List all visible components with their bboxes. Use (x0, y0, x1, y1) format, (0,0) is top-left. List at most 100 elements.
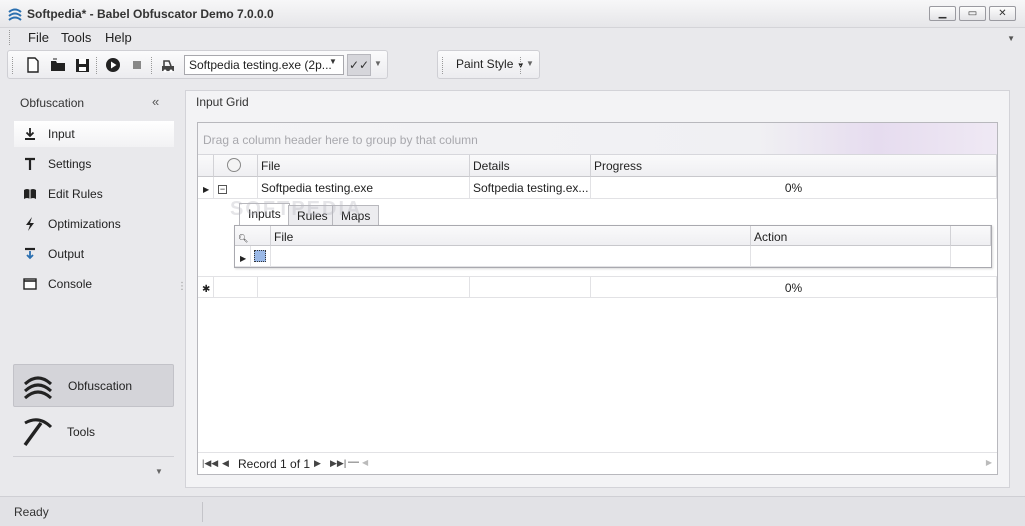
nav-options-icon[interactable]: ▼ (155, 467, 163, 476)
nav-item-label: Edit Rules (48, 187, 103, 201)
cell-details[interactable]: Softpedia testing.ex... (470, 177, 591, 199)
row-indicator[interactable]: ▶ (198, 177, 214, 199)
target-build-icon[interactable] (160, 57, 176, 73)
app-logo-icon (7, 6, 23, 22)
open-folder-icon[interactable] (50, 57, 66, 73)
panel-title: Input Grid (196, 95, 249, 109)
horizontal-scrollbar[interactable]: ◀ ▶ (362, 458, 992, 469)
nav-item-label: Input (48, 127, 75, 141)
new-file-icon[interactable] (25, 57, 41, 73)
new-row-expand-cell[interactable] (214, 276, 258, 298)
nav-divider (13, 456, 174, 457)
prev-record-icon[interactable]: ◀ (222, 458, 229, 469)
nav-item-output[interactable]: Output (14, 241, 174, 267)
checkbox-icon[interactable] (254, 250, 266, 262)
detail-column-file[interactable]: File (271, 226, 751, 246)
nav-item-label: Output (48, 247, 85, 261)
restore-button[interactable]: ▭ (959, 6, 986, 21)
status-divider (202, 502, 203, 522)
paint-style-button[interactable]: Paint Style ▼ (456, 57, 525, 71)
nav-group-label: Tools (67, 424, 96, 439)
nav-item-console[interactable]: Console (14, 271, 174, 297)
verify-button[interactable]: ✓✓ (347, 54, 371, 76)
nav-group-obfuscation[interactable]: Obfuscation (13, 364, 174, 407)
next-record-icon[interactable]: ▶ (314, 458, 321, 469)
toolbar-overflow-icon[interactable]: ▼ (526, 59, 534, 68)
toolbar-separator (520, 57, 522, 74)
status-bar: Ready (0, 496, 1025, 526)
search-icon: 🔍︎ (238, 234, 249, 243)
main-toolbar: Softpedia testing.exe (2p... ▼ ✓✓ ▼ (7, 50, 388, 79)
toolbar-separator (151, 57, 153, 74)
window-title: Softpedia* - Babel Obfuscator Demo 7.0.0… (27, 7, 274, 21)
new-row-details-cell[interactable] (470, 276, 591, 298)
detail-cell-action[interactable] (751, 246, 951, 267)
style-toolbar: Paint Style ▼ ▼ (437, 50, 540, 79)
nav-item-edit-rules[interactable]: Edit Rules (14, 181, 174, 207)
minimize-button[interactable]: ▁ (929, 6, 956, 21)
target-combo[interactable]: Softpedia testing.exe (2p... (184, 55, 344, 75)
save-icon[interactable] (74, 57, 90, 73)
nav-group-label: Obfuscation (68, 378, 133, 393)
menu-tools[interactable]: Tools (61, 30, 91, 45)
title-bar: Softpedia* - Babel Obfuscator Demo 7.0.0… (0, 0, 1025, 28)
toolbar-overflow-icon[interactable]: ▼ (374, 59, 382, 68)
console-icon (22, 276, 38, 292)
expand-cell[interactable]: − (214, 177, 258, 199)
lightning-icon (22, 216, 38, 232)
menu-customize-icon[interactable]: ▼ (1007, 34, 1015, 43)
first-record-icon[interactable]: |◀◀ (202, 458, 218, 469)
cell-file[interactable]: Softpedia testing.exe (258, 177, 470, 199)
paint-style-label: Paint Style (456, 57, 514, 71)
chevron-down-icon[interactable]: ▼ (329, 57, 337, 66)
status-circle-icon (227, 158, 241, 172)
menu-bar: File Tools Help (6, 28, 1019, 48)
detail-search-header[interactable]: 🔍︎ (235, 226, 271, 246)
book-icon (22, 186, 38, 202)
input-grid: Drag a column header here to group by th… (197, 122, 998, 475)
detail-column-action[interactable]: Action (751, 226, 951, 246)
record-counter: Record 1 of 1 (238, 457, 311, 471)
row-indicator-header (198, 155, 214, 177)
new-row-progress-cell[interactable]: 0% (591, 276, 997, 298)
column-header-progress[interactable]: Progress (591, 155, 997, 177)
menu-help[interactable]: Help (105, 30, 132, 45)
collapse-icon[interactable]: « (152, 94, 159, 109)
toolbar-grip[interactable] (12, 57, 14, 74)
last-record-icon[interactable]: ▶▶| (330, 458, 346, 469)
menu-file[interactable]: File (28, 30, 49, 45)
minimize-icon: ▁ (938, 7, 947, 19)
run-icon[interactable] (105, 57, 121, 73)
scroll-left-icon[interactable]: ◀ (362, 458, 368, 467)
input-grid-panel: Input Grid Drag a column header here to … (185, 90, 1010, 488)
nav-item-settings[interactable]: Settings (14, 151, 174, 177)
close-button[interactable]: ✕ (989, 6, 1016, 21)
nav-group-tools[interactable]: Tools (13, 410, 174, 453)
detail-grid: 🔍︎ File Action ▶ (234, 225, 992, 268)
detail-select-cell[interactable] (251, 246, 271, 267)
cell-progress[interactable]: 0% (591, 177, 997, 199)
delete-record-icon[interactable]: — (348, 456, 359, 468)
scroll-right-icon[interactable]: ▶ (986, 458, 992, 467)
detail-row-indicator[interactable]: ▶ (235, 246, 251, 267)
new-row-file-cell[interactable] (258, 276, 470, 298)
new-row-indicator[interactable]: ✱ (198, 276, 214, 298)
menu-grip[interactable] (9, 30, 11, 45)
nav-item-label: Optimizations (48, 217, 121, 231)
collapse-row-icon[interactable]: − (218, 185, 227, 194)
nav-group-header: Obfuscation (20, 96, 85, 110)
nav-item-label: Settings (48, 157, 92, 171)
group-by-panel[interactable]: Drag a column header here to group by th… (198, 123, 997, 155)
record-navigator: |◀◀ ◀ Record 1 of 1 ▶ ▶▶| — ◀ ▶ (198, 452, 997, 474)
download-icon (22, 126, 38, 142)
toolbar-grip[interactable] (442, 57, 444, 74)
column-header-file[interactable]: File (258, 155, 470, 177)
nav-item-input[interactable]: Input (14, 121, 174, 147)
status-column-header[interactable] (214, 155, 258, 177)
toolbar-separator (96, 57, 98, 74)
column-header-details[interactable]: Details (470, 155, 591, 177)
detail-cell-file[interactable] (271, 246, 751, 267)
nav-item-optimizations[interactable]: Optimizations (14, 211, 174, 237)
current-row-icon: ▶ (203, 185, 210, 194)
stop-icon[interactable] (129, 57, 145, 73)
